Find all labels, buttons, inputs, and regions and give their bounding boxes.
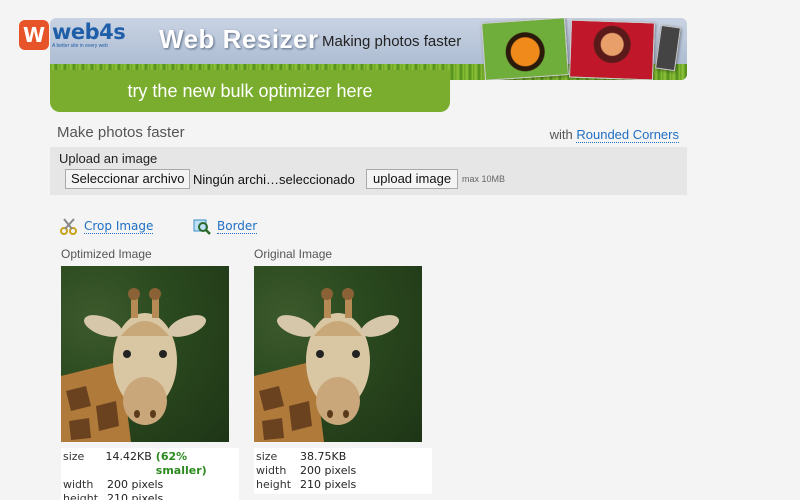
width-row: width 200 pixels [254,464,432,478]
logo-name: web4s [52,19,126,44]
width-value: 200 pixels [107,478,164,491]
size-value: 38.75KB [300,450,347,463]
border-tool[interactable]: Border [193,217,258,235]
original-stats: size 38.75KB width 200 pixels height 210… [254,448,432,494]
size-key: size [256,450,278,463]
page-title: Make photos faster [57,124,185,141]
height-value: 210 pixels [300,478,357,491]
size-value: 14.42KB [105,450,152,463]
upload-image-button[interactable]: upload image [366,169,459,189]
file-name-text: Ningún archi…seleccionado [193,172,355,187]
crop-image-link[interactable]: Crop Image [84,219,154,234]
rounded-corners-link[interactable]: Rounded Corners [576,127,679,143]
optimized-giraffe-image [61,266,229,442]
size-key: size [63,450,85,463]
original-panel: Original Image size 38.75KB width 200 pi… [254,247,432,494]
height-row: height 210 pixels [254,478,432,492]
flower-photo [569,19,655,80]
original-title: Original Image [254,247,333,261]
upload-label: Upload an image [59,151,158,166]
original-giraffe-image [254,266,422,442]
scissors-icon [60,217,78,235]
logo-badge: W [19,20,49,50]
savings-badge: (62% smaller) [155,450,207,477]
width-key: width [256,464,287,477]
optimized-panel: Optimized Image size 14.42KB (62% smalle… [61,247,239,500]
banner-subtitle: Making photos faster [322,33,462,50]
max-size-note: max 10MB [462,174,506,184]
optimized-stats: size 14.42KB (62% smaller) width 200 pix… [61,448,239,500]
butterfly-photo [481,18,569,80]
height-value: 210 pixels [107,492,164,500]
upload-panel: Upload an image Seleccionar archivo Ning… [50,147,687,195]
size-row: size 38.75KB [254,450,432,464]
height-key: height [63,492,99,500]
size-row: size 14.42KB (62% smaller) [61,450,239,478]
optimized-title: Optimized Image [61,247,152,261]
bulk-optimizer-button[interactable]: try the new bulk optimizer here [50,70,450,112]
width-key: width [63,478,94,491]
crop-tool[interactable]: Crop Image [60,217,154,235]
height-key: height [256,478,292,491]
magnifier-icon [193,217,211,235]
border-link[interactable]: Border [217,219,258,234]
choose-file-button[interactable]: Seleccionar archivo [65,169,191,189]
web4s-logo: W web4s A better site in every web [19,19,126,50]
width-value: 200 pixels [300,464,357,477]
rounded-corners-line: with Rounded Corners [549,127,679,143]
page: Web Resizer Making photos faster W web4s… [0,0,800,500]
height-row: height 210 pixels [61,492,239,500]
logo-tagline: A better site in every web [52,42,108,49]
banner-title: Web Resizer [159,24,319,54]
width-row: width 200 pixels [61,478,239,492]
with-label: with [549,127,573,142]
